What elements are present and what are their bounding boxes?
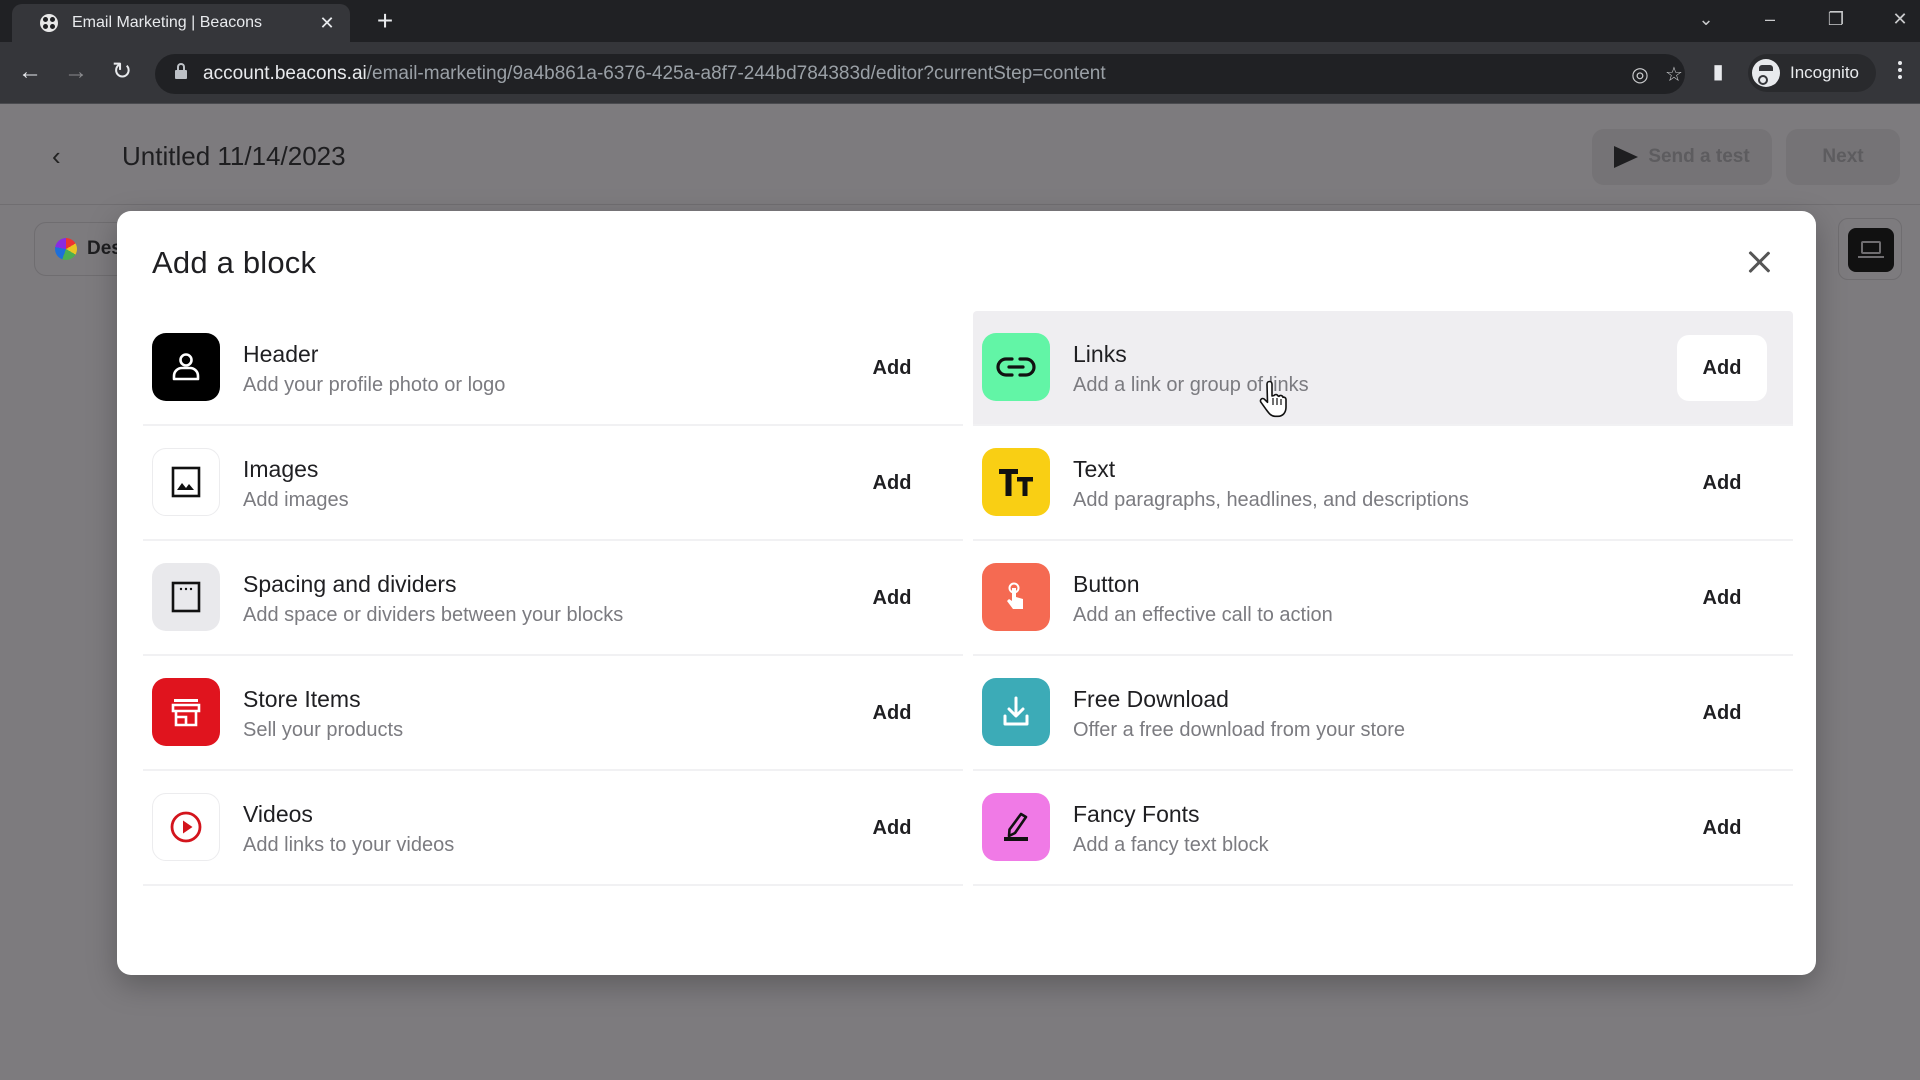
incognito-icon [1752, 59, 1780, 87]
add-button-block-button[interactable]: Add [1677, 565, 1767, 631]
tab-title: Email Marketing | Beacons [72, 14, 263, 31]
add-videos-button[interactable]: Add [847, 795, 937, 861]
link-icon [982, 333, 1050, 401]
menu-icon[interactable] [1896, 58, 1904, 86]
storefront-icon [152, 678, 220, 746]
tab-close-icon[interactable]: ✕ [316, 12, 338, 34]
block-item-images[interactable]: Images Add images Add [143, 426, 963, 541]
beacons-favicon-icon [40, 14, 58, 32]
add-block-modal: Add a block Header Add your profile phot… [117, 211, 1816, 975]
block-list-right: Links Add a link or group of links Add T… [973, 311, 1793, 886]
close-icon[interactable] [1744, 247, 1774, 277]
block-description: Offer a free download from your store [1073, 719, 1406, 741]
block-item-fancy-fonts[interactable]: Fancy Fonts Add a fancy text block Add [973, 771, 1793, 886]
tab-search-icon[interactable]: ⌄ [1686, 4, 1726, 34]
lock-icon [175, 63, 187, 80]
send-test-label: Send a test [1648, 146, 1750, 167]
next-button[interactable]: Next [1786, 129, 1900, 185]
add-free-download-button[interactable]: Add [1677, 680, 1767, 746]
browser-toolbar: ← → ↻ account.beacons.ai/email-marketing… [0, 42, 1920, 104]
restore-icon[interactable]: ❐ [1816, 4, 1856, 34]
block-name: Free Download [1073, 686, 1229, 712]
block-name: Images [243, 456, 319, 482]
send-icon [1614, 146, 1639, 168]
add-store-items-button[interactable]: Add [847, 680, 937, 746]
block-name: Text [1073, 456, 1116, 482]
block-description: Sell your products [243, 719, 404, 741]
reload-icon[interactable]: ↻ [106, 56, 138, 88]
window-close-icon[interactable]: ✕ [1880, 4, 1920, 34]
modal-title: Add a block [152, 245, 317, 280]
block-description: Add your profile photo or logo [243, 374, 506, 396]
block-item-free-download[interactable]: Free Download Offer a free download from… [973, 656, 1793, 771]
add-images-button[interactable]: Add [847, 450, 937, 516]
block-name: Button [1073, 571, 1140, 597]
block-name: Spacing and dividers [243, 571, 457, 597]
image-icon [152, 448, 220, 516]
add-text-button[interactable]: Add [1677, 450, 1767, 516]
text-size-icon [982, 448, 1050, 516]
add-header-button[interactable]: Add [847, 335, 937, 401]
block-list-left: Header Add your profile photo or logo Ad… [143, 311, 963, 886]
block-description: Add images [243, 489, 349, 511]
block-name: Videos [243, 801, 313, 827]
forward-icon[interactable]: → [60, 56, 92, 88]
address-bar[interactable]: account.beacons.ai/email-marketing/9a4b8… [155, 54, 1685, 94]
block-item-text[interactable]: Text Add paragraphs, headlines, and desc… [973, 426, 1793, 541]
new-tab-plus-icon[interactable]: + [370, 6, 400, 36]
browser-tab-bar: Email Marketing | Beacons ✕ + ⌄ – ❐ ✕ [0, 0, 1920, 42]
back-chevron-icon[interactable]: ‹ [52, 141, 61, 172]
incognito-profile-button[interactable]: Incognito [1748, 54, 1876, 92]
pencil-icon [982, 793, 1050, 861]
block-name: Fancy Fonts [1073, 801, 1200, 827]
download-icon [982, 678, 1050, 746]
spacing-icon [152, 563, 220, 631]
play-circle-icon [152, 793, 220, 861]
block-description: Add links to your videos [243, 834, 455, 856]
star-icon[interactable]: ☆ [1661, 62, 1687, 87]
eye-off-icon[interactable]: ◎ [1627, 62, 1653, 87]
block-item-header[interactable]: Header Add your profile photo or logo Ad… [143, 311, 963, 426]
add-spacing-button[interactable]: Add [847, 565, 937, 631]
block-description: Add paragraphs, headlines, and descripti… [1073, 489, 1469, 511]
block-name: Store Items [243, 686, 361, 712]
block-name: Links [1073, 341, 1127, 367]
hand-cursor-icon [1258, 380, 1288, 420]
block-name: Header [243, 341, 319, 367]
block-item-spacing[interactable]: Spacing and dividers Add space or divide… [143, 541, 963, 656]
url-text[interactable]: account.beacons.ai/email-marketing/9a4b8… [203, 63, 1106, 85]
add-links-button[interactable]: Add [1677, 335, 1767, 401]
back-icon[interactable]: ← [14, 56, 46, 88]
side-panel-icon[interactable]: ▮ [1702, 56, 1734, 88]
person-icon [152, 333, 220, 401]
block-item-videos[interactable]: Videos Add links to your videos Add [143, 771, 963, 886]
block-item-button[interactable]: Button Add an effective call to action A… [973, 541, 1793, 656]
block-description: Add space or dividers between your block… [243, 604, 624, 626]
minimize-icon[interactable]: – [1750, 4, 1790, 34]
incognito-label: Incognito [1790, 63, 1859, 82]
tap-icon [982, 563, 1050, 631]
editor-header: ‹ Untitled 11/14/2023 Send a test Next [0, 105, 1920, 205]
view-toggle[interactable] [1838, 218, 1902, 280]
block-item-links[interactable]: Links Add a link or group of links Add [973, 311, 1793, 426]
add-fancy-fonts-button[interactable]: Add [1677, 795, 1767, 861]
color-wheel-icon [55, 238, 77, 260]
block-description: Add an effective call to action [1073, 604, 1333, 626]
browser-tab[interactable]: Email Marketing | Beacons ✕ [12, 4, 350, 42]
desktop-view-icon[interactable] [1848, 228, 1894, 272]
send-test-button[interactable]: Send a test [1592, 129, 1772, 185]
block-description: Add a fancy text block [1073, 834, 1269, 856]
block-item-store-items[interactable]: Store Items Sell your products Add [143, 656, 963, 771]
document-title: Untitled 11/14/2023 [122, 141, 346, 171]
